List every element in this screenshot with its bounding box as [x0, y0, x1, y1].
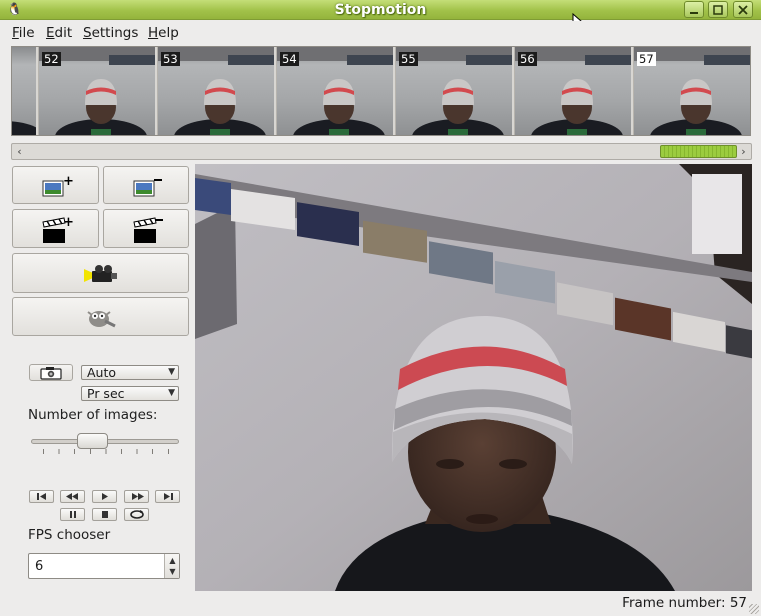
photo-camera-icon — [40, 367, 62, 380]
start-camera-button[interactable] — [12, 253, 189, 293]
previous-frame-button[interactable] — [60, 490, 85, 503]
launch-gimp-button[interactable] — [12, 297, 189, 336]
loop-icon — [129, 510, 144, 519]
frame-thumbnail-53[interactable]: 53 — [158, 47, 276, 135]
scrollbar-thumb[interactable] — [660, 145, 737, 158]
capture-mode-button[interactable] — [29, 364, 73, 381]
frame-number: 55 — [399, 52, 418, 66]
remove-frames-icon — [133, 179, 162, 197]
next-frame-button[interactable] — [124, 490, 149, 503]
last-frame-button[interactable] — [155, 490, 180, 503]
play-icon — [101, 493, 108, 500]
frame-number: 54 — [280, 52, 299, 66]
slider-ticks — [43, 449, 169, 454]
menu-help[interactable]: Help — [148, 25, 179, 41]
maximize-icon — [713, 5, 723, 15]
menu-settings[interactable]: Settings — [83, 25, 138, 41]
fps-spinbox[interactable]: 6 ▲ ▼ — [28, 553, 180, 579]
add-frames-button[interactable]: + — [12, 166, 99, 204]
new-scene-icon: + — [42, 215, 74, 243]
scroll-left-arrow-icon[interactable]: ‹ — [12, 144, 27, 159]
menu-edit[interactable]: Edit — [46, 25, 72, 41]
new-scene-button[interactable]: + — [12, 209, 99, 248]
skip-last-icon — [163, 493, 173, 500]
svg-text:+: + — [63, 215, 74, 230]
frame-strip-scrollbar[interactable]: ‹ › — [11, 143, 752, 160]
spin-down-icon[interactable]: ▼ — [167, 566, 178, 577]
capture-mode-value: Auto — [87, 365, 117, 380]
fast-forward-icon — [131, 493, 144, 500]
frame-thumbnail-55[interactable]: 55 — [396, 47, 514, 135]
frame-thumbnail-52[interactable]: 52 — [39, 47, 157, 135]
stop-button[interactable] — [92, 508, 117, 521]
chevron-down-icon: ▼ — [168, 388, 175, 398]
menu-file-rest: ile — [18, 25, 35, 41]
remove-frames-button[interactable] — [103, 166, 189, 204]
svg-text:+: + — [63, 176, 74, 189]
minimize-button[interactable] — [684, 1, 704, 18]
first-frame-button[interactable] — [29, 490, 54, 503]
number-of-images-label: Number of images: — [28, 407, 158, 423]
camera-preview — [195, 164, 752, 591]
scroll-right-arrow-icon[interactable]: › — [736, 144, 751, 159]
fps-chooser-label: FPS chooser — [28, 527, 111, 543]
frame-number: 53 — [161, 52, 180, 66]
menu-file[interactable]: File — [12, 25, 35, 41]
add-frames-icon: + — [42, 176, 74, 197]
skip-first-icon — [36, 493, 46, 500]
close-button[interactable] — [733, 1, 753, 18]
status-bar: Frame number: 57 — [0, 593, 761, 616]
chevron-down-icon: ▼ — [168, 367, 175, 377]
pause-icon — [69, 511, 76, 518]
fps-value: 6 — [35, 559, 44, 574]
frame-number: 52 — [42, 52, 61, 66]
frame-number: 56 — [518, 52, 537, 66]
rewind-icon — [65, 493, 78, 500]
window-title: Stopmotion — [334, 2, 427, 18]
maximize-button[interactable] — [708, 1, 728, 18]
menu-settings-rest: ettings — [91, 25, 139, 41]
camera-icon — [84, 265, 117, 282]
stop-icon — [101, 511, 108, 518]
menu-help-rest: elp — [158, 25, 179, 41]
frame-strip[interactable]: 52 53 54 55 56 57 — [11, 46, 751, 136]
frame-image — [12, 121, 36, 135]
play-button[interactable] — [92, 490, 117, 503]
camera-image — [195, 164, 752, 591]
frame-thumbnail-56[interactable]: 56 — [515, 47, 633, 135]
frame-thumbnail-57[interactable]: 57 — [634, 47, 750, 135]
remove-scene-button[interactable] — [103, 209, 189, 248]
title-bar[interactable]: 🐧 Stopmotion — [0, 0, 761, 20]
spin-up-icon[interactable]: ▲ — [167, 555, 178, 566]
capture-unit-select[interactable]: Pr sec ▼ — [81, 386, 179, 401]
capture-mode-select[interactable]: Auto ▼ — [81, 365, 179, 380]
slider-handle[interactable] — [77, 433, 108, 449]
minimize-icon — [690, 12, 698, 14]
resize-grip-icon[interactable] — [749, 604, 759, 614]
menu-edit-rest: dit — [54, 25, 73, 41]
pause-button[interactable] — [60, 508, 85, 521]
frame-thumbnail-54[interactable]: 54 — [277, 47, 395, 135]
remove-scene-icon — [133, 217, 163, 243]
fps-stepper[interactable]: ▲ ▼ — [164, 554, 179, 578]
frame-thumbnail-partial[interactable] — [12, 47, 38, 135]
loop-button[interactable] — [124, 508, 149, 521]
gimp-editor-icon — [87, 311, 116, 328]
frame-number-status: Frame number: 57 — [622, 595, 747, 611]
close-icon — [738, 5, 748, 15]
capture-unit-value: Pr sec — [87, 386, 125, 401]
menu-bar: File Edit Settings Help — [0, 21, 761, 45]
frame-number: 57 — [637, 52, 656, 66]
